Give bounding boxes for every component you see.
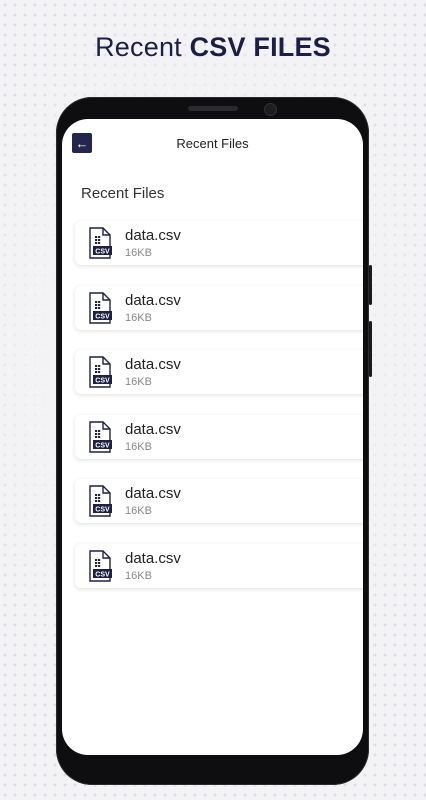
promo-title-regular: Recent (95, 32, 182, 62)
file-name: data.csv (125, 291, 181, 309)
svg-text:CSV: CSV (95, 571, 110, 578)
file-size: 16KB (125, 440, 152, 453)
file-name: data.csv (125, 227, 181, 244)
promo-title-bold: CSV FILES (189, 32, 331, 62)
phone-frame: ← Recent Files Recent Files CSV data.csv… (56, 97, 372, 785)
app-toolbar: ← Recent Files (62, 119, 363, 169)
file-size: 16KB (125, 505, 152, 518)
more-options-button[interactable] (362, 360, 363, 384)
phone-speaker (188, 106, 238, 111)
more-options-button[interactable] (362, 425, 363, 449)
app-screen: ← Recent Files Recent Files CSV data.csv… (62, 119, 363, 755)
toolbar-title: Recent Files (176, 136, 249, 151)
phone-side-button (369, 321, 372, 377)
file-list-item[interactable]: CSV data.csv 16KB (75, 543, 363, 588)
csv-file-icon: CSV (89, 356, 112, 388)
csv-file-icon: CSV (89, 550, 112, 582)
svg-text:CSV: CSV (95, 313, 110, 320)
file-name: data.csv (125, 356, 181, 374)
file-size: 16KB (125, 247, 152, 259)
svg-text:CSV: CSV (95, 507, 110, 514)
file-list-item[interactable]: CSV data.csv 16KB (75, 285, 363, 330)
csv-file-icon: CSV (89, 291, 112, 324)
phone-camera (264, 103, 277, 116)
file-list-item[interactable]: CSV data.csv 16KB (75, 414, 363, 459)
file-name: data.csv (125, 485, 181, 503)
file-size: 16KB (125, 376, 152, 389)
file-size: 16KB (125, 569, 152, 582)
file-list-item[interactable]: CSV data.csv 16KB (75, 479, 363, 524)
more-options-button[interactable] (362, 554, 363, 578)
svg-text:CSV: CSV (95, 249, 110, 256)
more-options-button[interactable] (362, 296, 363, 320)
file-list-item[interactable]: CSV data.csv 16KB (75, 221, 363, 265)
more-options-button[interactable] (362, 489, 363, 513)
recent-files-list: CSV data.csv 16KB CSV data.csv 16KB CSV … (75, 221, 363, 609)
file-name: data.csv (125, 549, 181, 567)
file-name: data.csv (125, 420, 181, 438)
section-title: Recent Files (81, 185, 165, 202)
csv-file-icon: CSV (89, 485, 112, 518)
file-list-item[interactable]: CSV data.csv 16KB (75, 350, 363, 395)
svg-text:CSV: CSV (95, 442, 110, 449)
csv-file-icon: CSV (89, 421, 112, 453)
csv-file-icon: CSV (89, 227, 112, 259)
more-options-button[interactable] (362, 231, 363, 255)
promo-headline: Recent CSV FILES (0, 32, 426, 63)
file-size: 16KB (125, 311, 152, 324)
svg-text:CSV: CSV (95, 378, 110, 385)
phone-side-button (369, 265, 372, 305)
